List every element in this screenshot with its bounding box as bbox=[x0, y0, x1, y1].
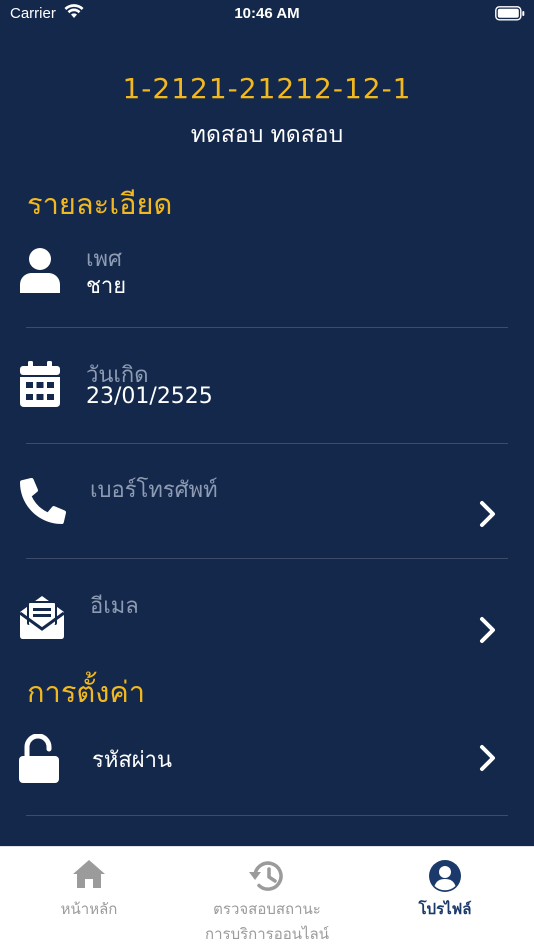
divider bbox=[26, 558, 508, 559]
password-label: รหัสผ่าน bbox=[92, 748, 173, 773]
profile-screen: Carrier 10:46 AM 1-2121-21212-12-1 ทดสอบ… bbox=[0, 0, 534, 950]
email-label: อีเมล bbox=[90, 594, 139, 619]
gender-value: ชาย bbox=[86, 274, 127, 299]
chevron-right-icon[interactable] bbox=[478, 616, 498, 648]
email-row[interactable]: อีเมล bbox=[0, 586, 534, 666]
phone-icon bbox=[20, 478, 66, 528]
phone-label: เบอร์โทรศัพท์ bbox=[90, 478, 218, 503]
home-icon bbox=[72, 859, 106, 893]
divider bbox=[26, 443, 508, 444]
tab-home[interactable]: หน้าหลัก bbox=[0, 847, 178, 950]
tab-bar: หน้าหลัก ตรวจสอบสถานะ การบริการออนไลน์ โ… bbox=[0, 846, 534, 950]
gender-row: เพศ ชาย bbox=[0, 240, 534, 328]
tab-profile[interactable]: โปรไฟล์ bbox=[356, 847, 534, 950]
tab-status-check-label-line2: การบริการออนไลน์ bbox=[205, 925, 329, 943]
envelope-icon bbox=[19, 592, 65, 644]
battery-icon bbox=[495, 6, 525, 26]
history-icon bbox=[249, 859, 285, 897]
member-name: ทดสอบ ทดสอบ bbox=[190, 122, 344, 148]
person-icon bbox=[19, 247, 61, 297]
chevron-right-icon[interactable] bbox=[478, 744, 498, 776]
tab-status-check-label-line1: ตรวจสอบสถานะ bbox=[213, 900, 321, 918]
unlock-icon bbox=[18, 733, 60, 788]
divider bbox=[26, 327, 508, 328]
status-bar: Carrier 10:46 AM bbox=[0, 0, 534, 30]
tab-profile-label: โปรไฟล์ bbox=[418, 900, 472, 918]
birthdate-row: วันเกิด 23/01/2525 bbox=[0, 356, 534, 444]
tab-home-label: หน้าหลัก bbox=[60, 900, 118, 918]
tab-status-check-label: ตรวจสอบสถานะ การบริการออนไลน์ bbox=[178, 897, 356, 947]
divider bbox=[26, 815, 508, 816]
tab-status-check[interactable]: ตรวจสอบสถานะ การบริการออนไลน์ bbox=[178, 847, 356, 950]
details-section-title: รายละเอียด bbox=[27, 187, 173, 221]
phone-row[interactable]: เบอร์โทรศัพท์ bbox=[0, 470, 534, 558]
calendar-icon bbox=[19, 361, 61, 411]
password-row[interactable]: รหัสผ่าน bbox=[0, 730, 534, 814]
clock: 10:46 AM bbox=[234, 5, 300, 22]
birthdate-value: 23/01/2525 bbox=[86, 384, 213, 409]
user-circle-icon bbox=[428, 859, 462, 897]
member-id: 1-2121-21212-12-1 bbox=[122, 72, 412, 105]
chevron-right-icon[interactable] bbox=[478, 500, 498, 532]
settings-section-title: การตั้งค่า bbox=[27, 675, 146, 709]
